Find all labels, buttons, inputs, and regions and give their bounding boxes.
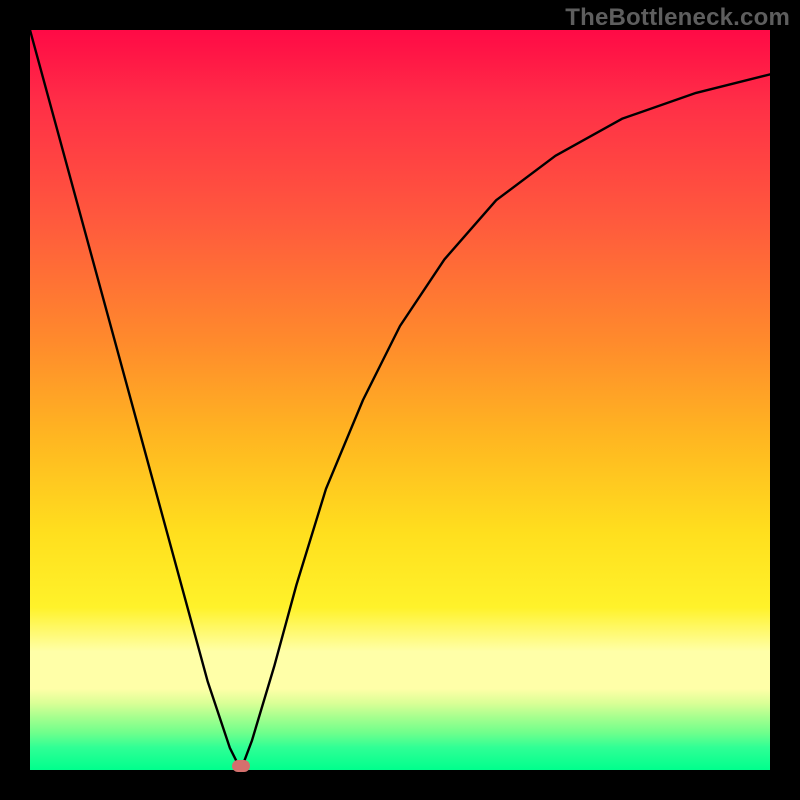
watermark: TheBottleneck.com bbox=[565, 4, 790, 32]
plot-area bbox=[30, 30, 770, 770]
optimum-marker bbox=[232, 760, 250, 772]
chart-frame: TheBottleneck.com bbox=[0, 0, 800, 800]
bottleneck-curve bbox=[30, 30, 770, 770]
